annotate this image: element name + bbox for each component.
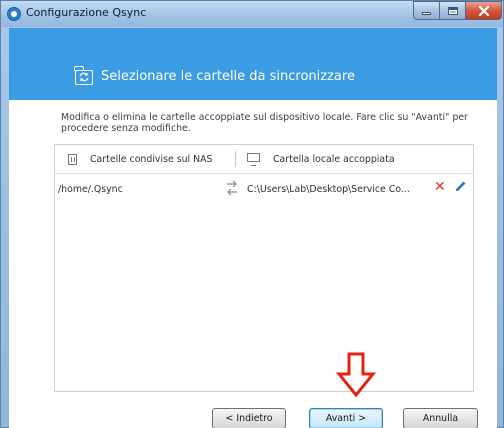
column-header-nas: Cartelle condivise sul NAS (90, 154, 213, 165)
maximize-button[interactable] (439, 1, 465, 20)
title-bar[interactable]: Configurazione Qsync (1, 1, 503, 27)
table-row[interactable]: /home/.Qsync C:\Users\Lab\Desktop\Servic… (55, 175, 473, 201)
banner-title: Selezionare le cartelle da sincronizzare (101, 69, 355, 84)
qsync-app-icon (7, 7, 21, 21)
next-button[interactable]: Avanti > (309, 408, 383, 428)
window-title: Configurazione Qsync (26, 6, 147, 19)
folder-sync-icon (74, 66, 93, 85)
nas-folder-path: /home/.Qsync (58, 184, 123, 195)
close-icon (478, 5, 489, 16)
back-button[interactable]: < Indietro (212, 408, 286, 428)
dialog-window: Configurazione Qsync Selezionare le cart… (0, 0, 504, 428)
maximize-icon (447, 6, 458, 15)
column-divider (235, 151, 236, 167)
monitor-icon (247, 153, 260, 166)
local-folder-path: C:\Users\Lab\Desktop\Service Co... (247, 184, 410, 195)
cancel-button[interactable]: Annulla (403, 408, 478, 428)
table-header: Cartelle condivise sul NAS Cartella loca… (55, 145, 473, 174)
red-arrow-down-icon (336, 352, 376, 398)
dialog-content: Selezionare le cartelle da sincronizzare… (9, 28, 497, 428)
header-banner: Selezionare le cartelle da sincronizzare (9, 28, 497, 100)
minimize-button[interactable] (413, 1, 439, 20)
sync-arrows-icon (227, 180, 237, 196)
column-header-local: Cartella locale accoppiata (273, 154, 395, 165)
folder-pair-table: Cartelle condivise sul NAS Cartella loca… (54, 144, 474, 392)
close-button[interactable] (465, 1, 502, 20)
edit-pencil-icon[interactable] (454, 180, 467, 193)
delete-icon[interactable]: ✕ (434, 180, 446, 194)
description-text: Modifica o elimina le cartelle accoppiat… (61, 112, 468, 134)
minimize-icon (422, 12, 431, 15)
nas-server-icon (68, 154, 77, 165)
